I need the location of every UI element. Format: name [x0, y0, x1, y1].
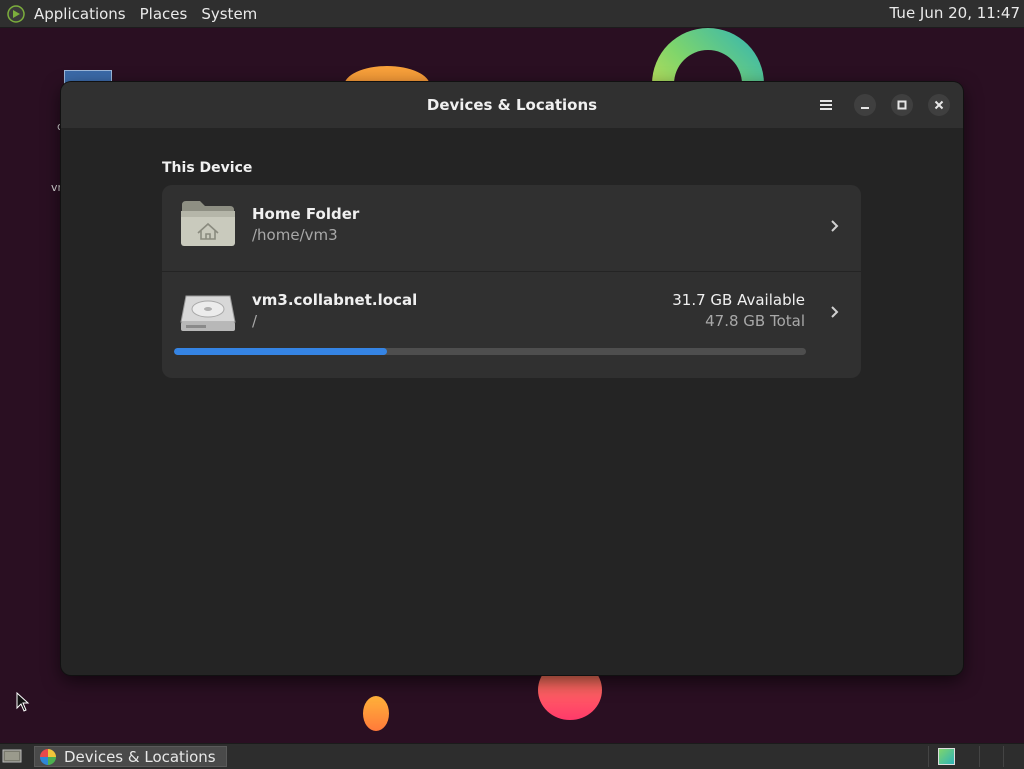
list-item-disk[interactable]: vm3.collabnet.local / 31.7 GB Available …: [162, 272, 861, 378]
list-item-home-folder[interactable]: Home Folder /home/vm3: [162, 185, 861, 272]
taskbar-window-button[interactable]: Devices & Locations: [34, 746, 227, 767]
tray-separator: [928, 746, 929, 767]
places-menu[interactable]: Places: [140, 5, 188, 23]
top-panel: Applications Places System Tue Jun 20, 1…: [0, 0, 1024, 28]
tray-separator: [979, 746, 980, 767]
home-folder-icon: [181, 201, 235, 246]
clock[interactable]: Tue Jun 20, 11:47: [890, 4, 1020, 22]
maximize-icon: [897, 100, 907, 110]
disk-name: vm3.collabnet.local: [252, 291, 418, 309]
header-bar[interactable]: Devices & Locations: [61, 82, 963, 128]
disk-mount-point: /: [252, 312, 258, 330]
devices-locations-window: Devices & Locations This Device Home Fol…: [61, 82, 963, 675]
device-list: Home Folder /home/vm3 vm3.collabnet.loca…: [162, 185, 861, 378]
applications-menu[interactable]: Applications: [34, 5, 126, 23]
section-title: This Device: [162, 160, 253, 176]
taskbar: Devices & Locations: [0, 743, 1024, 769]
home-folder-name: Home Folder: [252, 205, 360, 223]
disk-available: 31.7 GB Available: [672, 291, 805, 309]
minimize-button[interactable]: [854, 94, 876, 116]
devices-app-icon: [40, 748, 56, 765]
close-icon: [934, 100, 944, 110]
main-menu-button[interactable]: [815, 94, 837, 116]
disk-usage-bar: [174, 348, 806, 355]
wallpaper-orange-dot: [363, 696, 389, 731]
window-title: Devices & Locations: [426, 96, 598, 114]
chevron-right-icon: [831, 220, 839, 232]
mouse-cursor-icon: [16, 692, 30, 712]
taskbar-window-label: Devices & Locations: [64, 747, 216, 766]
minimize-icon: [861, 107, 869, 109]
tray-separator: [1003, 746, 1004, 767]
close-button[interactable]: [928, 94, 950, 116]
menu-logo-icon[interactable]: [7, 4, 25, 23]
chevron-right-icon: [831, 306, 839, 318]
home-folder-path: /home/vm3: [252, 226, 338, 244]
workspace-switcher-icon[interactable]: [938, 748, 955, 765]
disk-total: 47.8 GB Total: [705, 312, 805, 330]
show-desktop-icon[interactable]: [2, 748, 22, 764]
system-menu[interactable]: System: [201, 5, 257, 23]
disk-usage-fill: [174, 348, 387, 355]
maximize-button[interactable]: [891, 94, 913, 116]
hamburger-icon: [820, 100, 832, 110]
hard-drive-icon: [180, 295, 236, 331]
